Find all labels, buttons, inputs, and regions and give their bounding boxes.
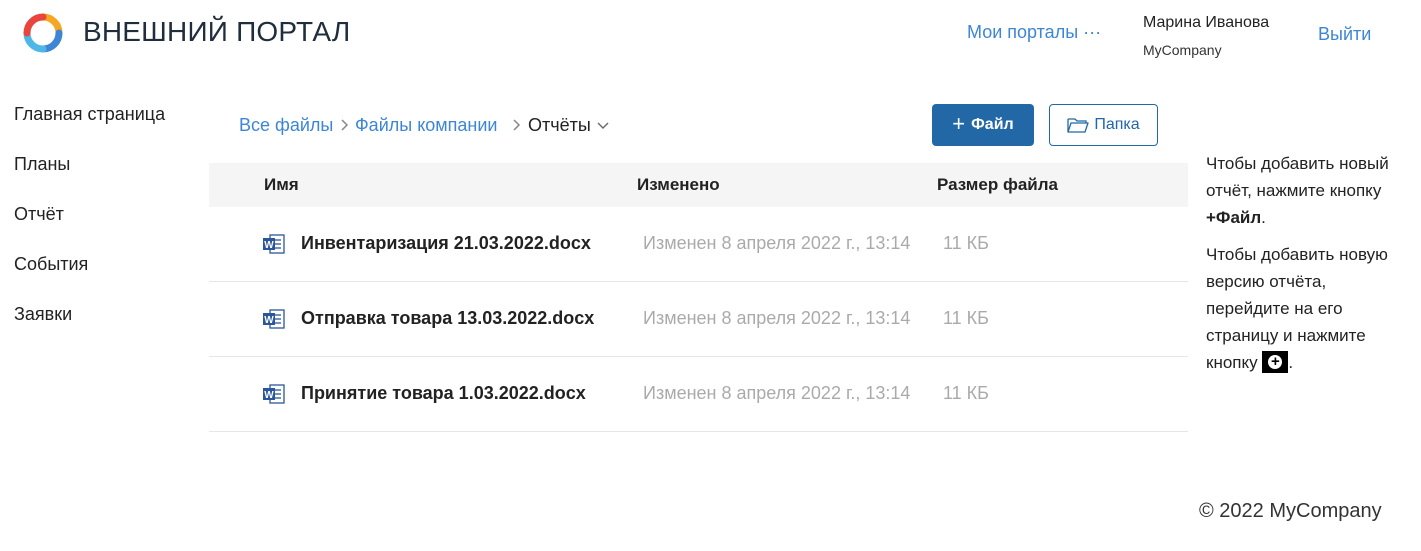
user-company: MyCompany xyxy=(1143,42,1222,58)
my-portals-menu[interactable]: Мои порталы ··· xyxy=(967,22,1101,43)
file-name[interactable]: Принятие товара 1.03.2022.docx xyxy=(301,383,586,404)
sidebar-item-report[interactable]: Отчёт xyxy=(14,204,194,254)
table-row[interactable]: W Отправка товара 13.03.2022.docx Измене… xyxy=(209,282,1188,357)
add-file-label: Файл xyxy=(971,116,1014,133)
footer-copyright: © 2022 MyCompany xyxy=(1199,500,1382,522)
sidebar-nav: Главная страница Планы Отчёт События Зая… xyxy=(14,104,194,354)
table-row[interactable]: W Принятие товара 1.03.2022.docx Изменен… xyxy=(209,357,1188,432)
file-name[interactable]: Инвентаризация 21.03.2022.docx xyxy=(301,233,591,254)
svg-text:W: W xyxy=(264,315,274,326)
file-name[interactable]: Отправка товара 13.03.2022.docx xyxy=(301,308,594,329)
sidebar-item-requests[interactable]: Заявки xyxy=(14,304,194,354)
plus-circle-icon: + xyxy=(1262,351,1289,373)
file-size: 11 КБ xyxy=(943,383,989,403)
help-file-button-ref: +Файл xyxy=(1206,208,1262,227)
sidebar-item-home[interactable]: Главная страница xyxy=(14,104,194,154)
help-add-file: Чтобы добавить новый отчёт, нажмите кноп… xyxy=(1206,154,1389,227)
breadcrumb-current-reports[interactable]: Отчёты xyxy=(528,115,591,136)
help-panel: Чтобы добавить новый отчёт, нажмите кноп… xyxy=(1206,150,1411,386)
word-document-icon: W xyxy=(263,309,285,329)
column-size[interactable]: Размер файла xyxy=(937,175,1058,195)
file-size: 11 КБ xyxy=(943,233,989,253)
chevron-right-icon xyxy=(513,119,521,131)
user-name[interactable]: Марина Иванова xyxy=(1143,14,1269,32)
file-modified: Изменен 8 апреля 2022 г., 13:14 xyxy=(643,383,911,403)
logo-icon xyxy=(23,13,63,53)
file-modified: Изменен 8 апреля 2022 г., 13:14 xyxy=(643,233,911,253)
help-add-version: Чтобы добавить новую версию отчёта, пере… xyxy=(1206,245,1388,373)
plus-icon: + xyxy=(952,111,966,136)
file-size: 11 КБ xyxy=(943,308,989,328)
chevron-down-icon[interactable] xyxy=(597,119,609,131)
file-modified: Изменен 8 апреля 2022 г., 13:14 xyxy=(643,308,911,328)
add-folder-button[interactable]: Папка xyxy=(1049,104,1158,146)
sidebar-item-events[interactable]: События xyxy=(14,254,194,304)
files-table-header: Имя Изменено Размер файла xyxy=(209,163,1188,207)
folder-icon xyxy=(1067,118,1089,133)
add-folder-label: Папка xyxy=(1094,116,1140,133)
column-name[interactable]: Имя xyxy=(264,175,299,195)
svg-text:W: W xyxy=(264,240,274,251)
word-document-icon: W xyxy=(263,234,285,254)
chevron-right-icon xyxy=(341,119,349,131)
sidebar-item-plans[interactable]: Планы xyxy=(14,154,194,204)
portal-title: ВНЕШНИЙ ПОРТАЛ xyxy=(83,16,351,47)
breadcrumb-company-files[interactable]: Файлы компании xyxy=(355,115,497,136)
word-document-icon: W xyxy=(263,384,285,404)
table-row[interactable]: W Инвентаризация 21.03.2022.docx Изменен… xyxy=(209,207,1188,282)
breadcrumb-all-files[interactable]: Все файлы xyxy=(239,115,333,136)
svg-text:W: W xyxy=(264,390,274,401)
column-modified[interactable]: Изменено xyxy=(637,175,720,195)
logout-link[interactable]: Выйти xyxy=(1318,24,1371,45)
add-file-button[interactable]: + Файл xyxy=(932,104,1034,146)
